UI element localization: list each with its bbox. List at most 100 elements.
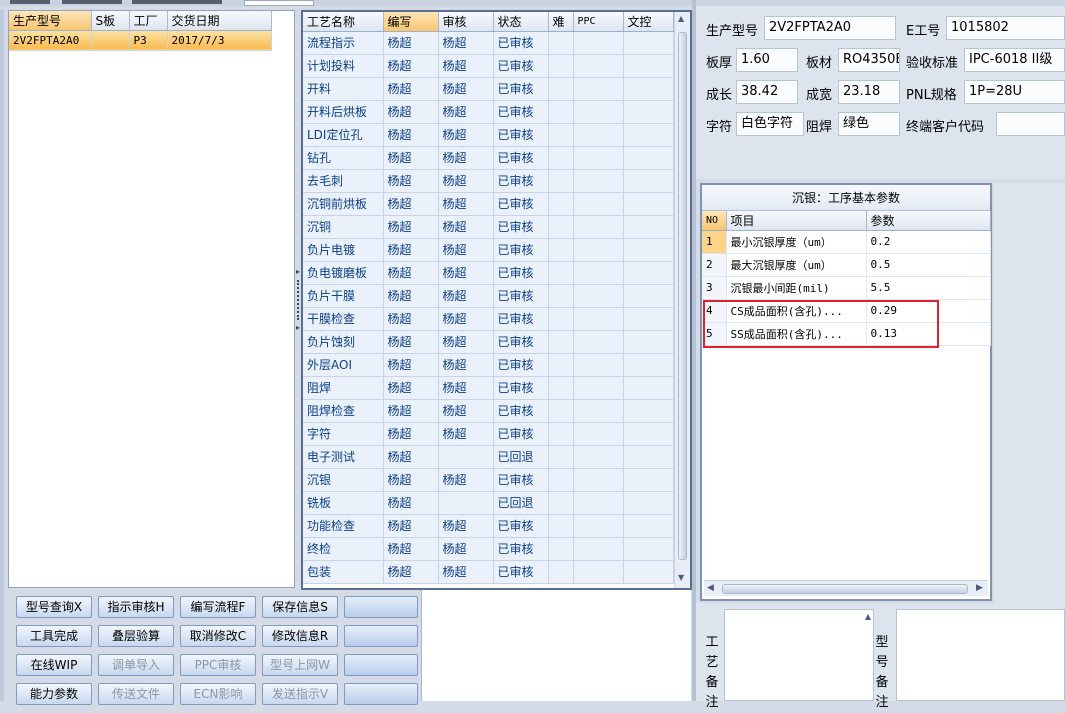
width-field[interactable]: 23.18 [838, 80, 900, 104]
ppc-cell[interactable] [573, 376, 624, 400]
status-cell[interactable]: 已审核 [493, 123, 549, 147]
col-header-s-board[interactable]: S板 [91, 11, 130, 31]
col-header-ppc[interactable]: PPC [573, 12, 624, 32]
reviewer-cell[interactable]: 杨超 [438, 353, 494, 377]
writer-cell[interactable]: 杨超 [383, 537, 439, 561]
action-button[interactable]: 型号上网W [262, 654, 338, 676]
col-header-delivery-date[interactable]: 交货日期 [167, 11, 272, 31]
doc-control-cell[interactable] [623, 284, 674, 308]
writer-cell[interactable]: 杨超 [383, 146, 439, 170]
status-cell[interactable]: 已审核 [493, 77, 549, 101]
scroll-right-icon[interactable]: ▶ [976, 583, 983, 593]
status-cell[interactable]: 已审核 [493, 307, 549, 331]
writer-cell[interactable]: 杨超 [383, 261, 439, 285]
reviewer-cell[interactable]: 杨超 [438, 238, 494, 262]
difficulty-cell[interactable] [548, 560, 574, 584]
process-row[interactable]: 去毛刺 杨超 杨超 已审核 [303, 169, 674, 193]
reviewer-cell[interactable]: 杨超 [438, 215, 494, 239]
col-header-no[interactable]: NO [702, 211, 727, 231]
ppc-cell[interactable] [573, 560, 624, 584]
splitter-arrow-icon[interactable]: ▸ [296, 324, 300, 332]
ppc-cell[interactable] [573, 399, 624, 423]
status-cell[interactable]: 已审核 [493, 31, 549, 55]
difficulty-cell[interactable] [548, 31, 574, 55]
reviewer-cell[interactable]: 杨超 [438, 146, 494, 170]
status-cell[interactable]: 已审核 [493, 54, 549, 78]
ppc-cell[interactable] [573, 146, 624, 170]
difficulty-cell[interactable] [548, 514, 574, 538]
doc-control-cell[interactable] [623, 560, 674, 584]
process-name-cell[interactable]: 流程指示 [303, 31, 384, 55]
process-name-cell[interactable]: 电子测试 [303, 445, 384, 469]
ppc-cell[interactable] [573, 307, 624, 331]
status-cell[interactable]: 已审核 [493, 560, 549, 584]
param-value-cell[interactable]: 0.5 [866, 253, 991, 277]
col-header-reviewer[interactable]: 审核 [438, 12, 494, 32]
difficulty-cell[interactable] [548, 376, 574, 400]
blank-button[interactable] [344, 596, 418, 618]
action-button[interactable]: 发送指示V [262, 683, 338, 705]
doc-control-cell[interactable] [623, 307, 674, 331]
process-name-cell[interactable]: 钻孔 [303, 146, 384, 170]
col-header-process-name[interactable]: 工艺名称 [303, 12, 384, 32]
writer-cell[interactable]: 杨超 [383, 192, 439, 216]
ppc-cell[interactable] [573, 491, 624, 515]
splitter-arrow-icon[interactable]: ▸ [296, 268, 300, 276]
customer-code-field[interactable] [996, 112, 1065, 136]
param-value-cell[interactable]: 5.5 [866, 276, 991, 300]
doc-control-cell[interactable] [623, 376, 674, 400]
status-cell[interactable]: 已回退 [493, 445, 549, 469]
ppc-cell[interactable] [573, 514, 624, 538]
process-name-cell[interactable]: 负电镀磨板 [303, 261, 384, 285]
standard-field[interactable]: IPC-6018 II级 [964, 48, 1065, 72]
status-cell[interactable]: 已审核 [493, 468, 549, 492]
order-model-cell[interactable]: 2V2FPTA2A0 [9, 30, 92, 51]
doc-control-cell[interactable] [623, 445, 674, 469]
doc-control-cell[interactable] [623, 491, 674, 515]
action-button[interactable]: 指示审核H [98, 596, 174, 618]
process-row[interactable]: 开料 杨超 杨超 已审核 [303, 77, 674, 101]
writer-cell[interactable]: 杨超 [383, 100, 439, 124]
scroll-up-icon[interactable]: ▲ [678, 15, 684, 23]
param-row[interactable]: 1 最小沉银厚度（um） 0.2 [702, 230, 991, 254]
reviewer-cell[interactable]: 杨超 [438, 261, 494, 285]
action-button[interactable]: 工具完成 [16, 625, 92, 647]
process-row[interactable]: 阻焊检查 杨超 杨超 已审核 [303, 399, 674, 423]
difficulty-cell[interactable] [548, 238, 574, 262]
ppc-cell[interactable] [573, 537, 624, 561]
process-row[interactable]: LDI定位孔 杨超 杨超 已审核 [303, 123, 674, 147]
model-note-field[interactable] [896, 609, 1065, 701]
process-row[interactable]: 负片干膜 杨超 杨超 已审核 [303, 284, 674, 308]
param-item-cell[interactable]: 沉银最小间距(mil) [726, 276, 867, 300]
doc-control-cell[interactable] [623, 31, 674, 55]
blank-button[interactable] [344, 654, 418, 676]
process-name-cell[interactable]: 负片蚀刻 [303, 330, 384, 354]
process-name-cell[interactable]: 字符 [303, 422, 384, 446]
pnl-field[interactable]: 1P=28U [964, 80, 1065, 104]
doc-control-cell[interactable] [623, 422, 674, 446]
ppc-cell[interactable] [573, 422, 624, 446]
ppc-cell[interactable] [573, 238, 624, 262]
action-button[interactable]: 编写流程F [180, 596, 256, 618]
writer-cell[interactable]: 杨超 [383, 307, 439, 331]
process-row[interactable]: 铣板 杨超 已回退 [303, 491, 674, 515]
difficulty-cell[interactable] [548, 399, 574, 423]
reviewer-cell[interactable]: 杨超 [438, 422, 494, 446]
writer-cell[interactable]: 杨超 [383, 123, 439, 147]
ppc-cell[interactable] [573, 284, 624, 308]
reviewer-cell[interactable] [438, 491, 494, 515]
status-cell[interactable]: 已审核 [493, 261, 549, 285]
status-cell[interactable]: 已审核 [493, 192, 549, 216]
ppc-cell[interactable] [573, 445, 624, 469]
process-row[interactable]: 终检 杨超 杨超 已审核 [303, 537, 674, 561]
action-button[interactable]: 能力参数 [16, 683, 92, 705]
reviewer-cell[interactable]: 杨超 [438, 169, 494, 193]
difficulty-cell[interactable] [548, 215, 574, 239]
doc-control-cell[interactable] [623, 399, 674, 423]
character-field[interactable]: 白色字符 [736, 112, 804, 136]
difficulty-cell[interactable] [548, 307, 574, 331]
status-cell[interactable]: 已审核 [493, 537, 549, 561]
writer-cell[interactable]: 杨超 [383, 491, 439, 515]
process-name-cell[interactable]: 沉铜 [303, 215, 384, 239]
col-header-model[interactable]: 生产型号 [9, 11, 92, 31]
